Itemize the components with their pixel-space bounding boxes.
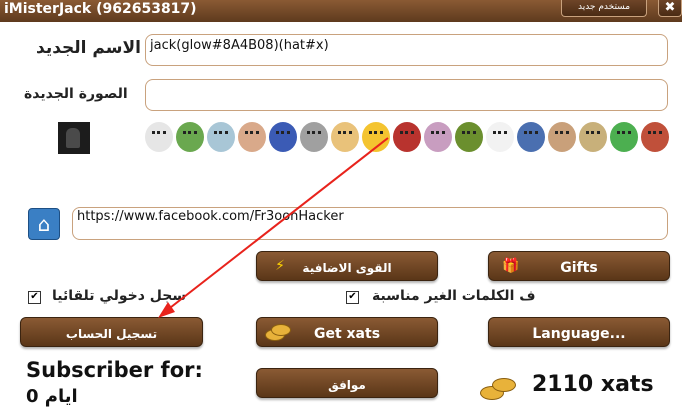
avatar-option-16[interactable]	[610, 122, 638, 152]
new-user-button[interactable]: مستخدم جديد	[561, 0, 647, 17]
picture-input[interactable]	[145, 79, 668, 111]
current-avatar	[58, 122, 90, 154]
subscriber-days: ايام 0	[26, 386, 78, 407]
avatar-option-10[interactable]	[424, 122, 452, 152]
title-bar: iMisterJack (962653817) مستخدم جديد ✖	[0, 0, 682, 22]
ok-button[interactable]: موافق	[256, 368, 438, 398]
close-icon: ✖	[664, 0, 676, 15]
avatar-option-9[interactable]	[393, 122, 421, 152]
avatar-option-15[interactable]	[579, 122, 607, 152]
xats-coins-icon	[480, 376, 520, 400]
close-button[interactable]: ✖	[658, 0, 682, 17]
avatar-option-1[interactable]	[145, 122, 173, 152]
get-xats-label: Get xats	[313, 326, 381, 342]
avatar-option-5[interactable]	[269, 122, 297, 152]
ok-label: موافق	[328, 378, 366, 392]
powers-label: القوى الاضافية	[302, 261, 392, 275]
avatar-option-6[interactable]	[300, 122, 328, 152]
homepage-input[interactable]: https://www.facebook.com/Fr3oonHacker	[72, 207, 668, 240]
window-title: iMisterJack (962653817)	[4, 1, 197, 17]
settings-dialog: iMisterJack (962653817) مستخدم جديد ✖ ال…	[0, 0, 682, 416]
avatar-option-4[interactable]	[238, 122, 266, 152]
avatar-option-3[interactable]	[207, 122, 235, 152]
avatar-option-14[interactable]	[548, 122, 576, 152]
gifts-button[interactable]: 🎁 Gifts	[488, 251, 670, 281]
coins-icon	[265, 324, 291, 341]
avatar-option-11[interactable]	[455, 122, 483, 152]
picture-label: الصورة الجديدة	[24, 86, 128, 102]
name-input[interactable]: jack(glow#8A4B08)(hat#x)	[145, 34, 668, 66]
language-button[interactable]: Language...	[488, 317, 670, 347]
language-label: Language...	[532, 326, 626, 342]
powers-button[interactable]: ⚡ القوى الاضافية	[256, 251, 438, 281]
name-label: الاسم الجديد	[36, 38, 141, 58]
bad-words-label: ف الكلمات الغير مناسبة	[372, 288, 536, 304]
subscriber-label: Subscriber for:	[26, 358, 203, 382]
avatar-option-2[interactable]	[176, 122, 204, 152]
get-xats-button[interactable]: Get xats	[256, 317, 438, 347]
avatar-option-17[interactable]	[641, 122, 669, 152]
lightning-icon: ⚡	[275, 258, 285, 274]
auto-login-label: سجل دخولي تلقائيا	[52, 288, 187, 304]
avatar-option-7[interactable]	[331, 122, 359, 152]
avatar-option-8[interactable]	[362, 122, 390, 152]
register-label: تسجيل الحساب	[65, 327, 158, 341]
arrow-head	[158, 302, 175, 318]
gifts-label: Gifts	[560, 260, 598, 276]
gift-icon: 🎁	[502, 258, 520, 274]
bad-words-checkbox[interactable]: ✔	[346, 291, 359, 304]
auto-login-checkbox[interactable]: ✔	[28, 291, 41, 304]
avatar-option-12[interactable]	[486, 122, 514, 152]
avatar-option-13[interactable]	[517, 122, 545, 152]
xats-balance: 2110 xats	[532, 372, 654, 397]
register-button[interactable]: تسجيل الحساب	[20, 317, 203, 347]
home-icon[interactable]: ⌂	[28, 208, 60, 240]
